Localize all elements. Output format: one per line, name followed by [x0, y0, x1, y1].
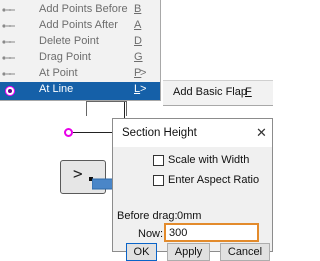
- radio-selected-icon: [5, 86, 15, 96]
- point-tool-icon: [2, 40, 15, 44]
- menu-item-shortcut: A: [134, 19, 142, 31]
- menu-item-at-point[interactable]: At Point P >: [0, 66, 160, 82]
- point-tool-icon: [2, 8, 15, 12]
- menu-item-shortcut: G: [134, 51, 143, 63]
- checkbox-box[interactable]: [153, 175, 164, 186]
- cancel-button[interactable]: Cancel: [220, 243, 270, 261]
- checkbox-label: Enter Aspect Ratio: [168, 174, 260, 186]
- menu-item-label: Drag Point: [39, 51, 91, 63]
- menu-item-add-points-before[interactable]: Add Points Before B: [0, 2, 160, 18]
- menu-item-shortcut: B: [134, 3, 142, 15]
- before-drag-label: Before drag:: [117, 210, 178, 222]
- point-tool-icon: [2, 56, 15, 60]
- checkbox-label: Scale with Width: [168, 154, 250, 166]
- checkbox-box[interactable]: [153, 155, 164, 166]
- submenu-arrow-icon: >: [140, 83, 147, 95]
- dialog-title: Section Height: [122, 127, 197, 139]
- menu-item-label: At Line: [39, 83, 74, 95]
- submenu-add-basic-flap[interactable]: Add Basic Flap F: [163, 80, 273, 106]
- menu-item-add-points-after[interactable]: Add Points After A: [0, 18, 160, 34]
- menu-item-label: Delete Point: [39, 35, 99, 47]
- submenu-item-shortcut: F: [245, 86, 252, 98]
- dialog-titlebar[interactable]: Section Height ✕: [113, 119, 272, 147]
- close-icon[interactable]: ✕: [256, 125, 267, 141]
- submenu-arrow-icon: >: [140, 67, 147, 79]
- before-drag-value: 0mm: [177, 210, 202, 222]
- menu-item-shortcut: D: [134, 35, 142, 47]
- menu-item-label: At Point: [39, 67, 78, 79]
- point-tool-icon: [2, 24, 15, 28]
- menu-item-label: Add Points After: [39, 19, 118, 31]
- context-menu: Add Points Before B Add Points After A D…: [0, 0, 161, 101]
- menu-item-drag-point[interactable]: Drag Point G: [0, 50, 160, 66]
- now-value-input[interactable]: [164, 223, 259, 242]
- menu-item-at-line[interactable]: At Line L >: [0, 82, 160, 100]
- apply-button[interactable]: Apply: [167, 243, 210, 261]
- section-height-dialog: Section Height ✕ Scale with Width Enter …: [112, 118, 273, 261]
- selected-point-marker[interactable]: [64, 128, 73, 137]
- submenu-item-label: Add Basic Flap: [173, 86, 247, 98]
- drawing-line: [73, 132, 113, 133]
- point-tool-icon: [2, 72, 15, 76]
- menu-item-delete-point[interactable]: Delete Point D: [0, 34, 160, 50]
- prompt-glyph: >: [73, 164, 83, 183]
- now-label: Now:: [138, 228, 164, 240]
- drawing-canvas[interactable]: Add Points Before B Add Points After A D…: [0, 0, 273, 261]
- selection-outline: [86, 101, 127, 116]
- menu-item-label: Add Points Before: [39, 3, 128, 15]
- ok-button[interactable]: OK: [126, 243, 157, 261]
